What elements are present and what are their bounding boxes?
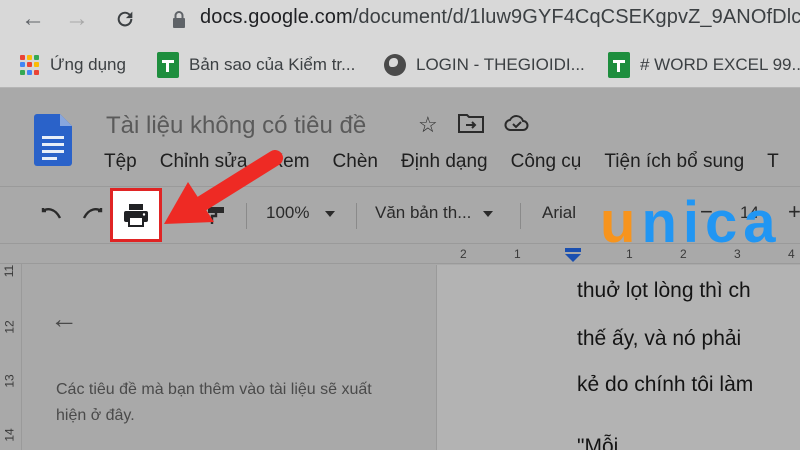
menu-file[interactable]: Tệp [104,151,137,173]
vertical-ruler: 11 12 13 14 [0,264,22,450]
bookmark-apps[interactable]: Ứng dụng [20,52,126,78]
browser-address-row: ← → docs.google.com/document/d/1luw9GYF4… [0,0,800,40]
paragraph-style-value: Văn bản th... [375,203,472,222]
page-text-line: thuở lọt lòng thì ch [577,279,751,302]
bookmark-label: Ứng dụng [50,55,126,74]
back-arrow-icon[interactable]: ← [50,303,78,335]
ruler-mark: 12 [2,320,17,334]
ruler-mark: 1 [626,247,633,261]
indent-marker-icon[interactable] [564,248,582,262]
chevron-down-icon [325,210,336,217]
font-family-select[interactable]: Arial [542,203,576,223]
bookmark-item[interactable]: # WORD EXCEL 99... [608,52,800,78]
ruler-mark: 2 [680,247,687,261]
bookmark-label: # WORD EXCEL 99... [640,55,800,74]
back-arrow-icon[interactable]: ← [18,4,48,34]
font-family-value: Arial [542,203,577,222]
undo-icon[interactable] [40,207,64,223]
bookmarks-bar: Ứng dụng Bản sao của Kiểm tr... LOGIN - … [0,40,800,88]
menu-insert[interactable]: Chèn [333,151,378,173]
redo-icon[interactable] [80,207,104,223]
bookmark-label: LOGIN - THEGIOIDI... [416,55,585,74]
forward-arrow-icon[interactable]: → [62,4,92,34]
bookmark-item[interactable]: Bản sao của Kiểm tr... [157,52,355,78]
sheets-icon [157,52,179,78]
red-arrow-annotation [164,150,283,224]
page-text-line: thế ấy, và nó phải [577,327,742,350]
docs-header: Tài liệu không có tiêu đề ☆ Tệp Chỉnh sử… [0,88,800,186]
star-icon[interactable]: ☆ [418,112,438,138]
page-text-line: "Mỗi ... ... ... [577,435,689,450]
toolbar-separator [356,203,357,229]
menu-tools[interactable]: Công cụ [511,151,582,173]
document-outline-panel: ← Các tiêu đề mà bạn thêm vào tài liệu s… [22,265,435,450]
reload-icon[interactable] [110,4,140,34]
document-title[interactable]: Tài liệu không có tiêu đề [106,112,366,140]
docs-logo-icon[interactable] [34,114,72,166]
ruler-mark: 3 [734,247,741,261]
page-text-line: kẻ do chính tôi làm [577,373,754,396]
apps-grid-icon [20,55,40,75]
ruler-mark: 14 [2,428,17,442]
lock-icon [173,11,185,28]
menu-addons[interactable]: Tiện ích bổ sung [604,151,744,173]
bookmark-label: Bản sao của Kiểm tr... [189,55,356,74]
chevron-down-icon [483,210,494,217]
url-path: /document/d/1luw9GYF4CqCSEKgpvZ_9ANOfDlc [352,6,800,28]
cloud-saved-icon[interactable] [504,112,530,134]
ruler-mark: 13 [2,374,17,388]
ruler-mark: 4 [788,247,795,261]
menu-help[interactable]: T [767,151,779,173]
sheets-icon [608,52,630,78]
outline-hint: Các tiêu đề mà bạn thêm vào tài liệu sẽ … [56,381,372,424]
url-host: docs.google.com [200,6,353,28]
document-page[interactable]: thuở lọt lòng thì ch thế ấy, và nó phải … [436,265,800,450]
paragraph-style-select[interactable]: Văn bản th... [375,203,494,223]
move-folder-icon[interactable] [458,112,484,134]
url-bar[interactable]: docs.google.com/document/d/1luw9GYF4CqCS… [200,6,800,29]
toolbar-separator [520,203,521,229]
ruler-mark: 2 [460,247,467,261]
ruler-mark: 1 [514,247,521,261]
bookmark-item[interactable]: LOGIN - THEGIOIDI... [384,52,585,78]
globe-icon [384,54,406,76]
printer-icon [124,204,148,227]
horizontal-ruler: 2 1 1 2 3 4 [0,244,800,264]
ruler-mark: 11 [2,264,17,278]
font-size-increase-button[interactable]: + [788,199,800,225]
menu-format[interactable]: Định dạng [401,151,488,173]
